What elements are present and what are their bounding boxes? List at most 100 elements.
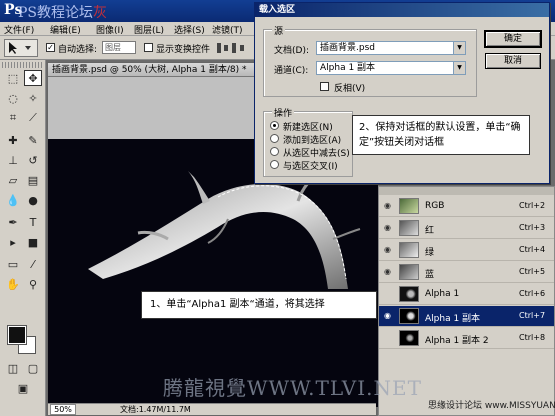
menu-filter[interactable]: 滤镜(T) [212, 23, 243, 36]
document-label: 文档(D): [274, 46, 309, 56]
channel-shortcut: Ctrl+5 [519, 267, 546, 276]
eye-icon[interactable]: ◉ [384, 224, 394, 232]
document-select-value: 插画背景.psd [320, 43, 375, 53]
op-subtract-label: 从选区中减去(S) [283, 149, 350, 159]
chevron-down-icon: ▼ [453, 62, 465, 74]
ok-button[interactable]: 确定 [484, 30, 542, 48]
menu-image[interactable]: 图像(I) [96, 23, 124, 36]
channel-name: Alpha 1 副本 2 [425, 336, 489, 346]
channel-row-alpha1[interactable]: Alpha 1 Ctrl+6 [379, 284, 554, 305]
channel-thumbnail [399, 330, 419, 346]
clone-stamp-icon[interactable]: ⊥ [4, 152, 22, 168]
doc-info[interactable]: 文档:1.47M/11.7M [120, 404, 191, 415]
menu-edit[interactable]: 编辑(E) [50, 23, 81, 36]
path-selection-icon[interactable]: ▸ [4, 234, 22, 250]
channel-thumbnail [399, 198, 419, 214]
radio-intersect-selection[interactable] [270, 160, 279, 169]
crop-tool-icon[interactable]: ⌗ [4, 110, 22, 126]
channel-thumbnail [399, 220, 419, 236]
auto-select-checkbox[interactable]: ✓ [46, 43, 55, 52]
eyedropper-tool-icon[interactable]: ⁄ [24, 256, 42, 272]
dodge-tool-icon[interactable]: ● [24, 192, 42, 208]
panel-tabs[interactable] [379, 187, 554, 195]
dialog-title[interactable]: 载入选区 [255, 3, 549, 17]
channel-thumbnail [399, 264, 419, 280]
watermark-top-accent: 灰 [93, 5, 108, 21]
standard-mode-icon[interactable]: ▢ [24, 360, 42, 376]
watermark-bottom: 腾龍視覺WWW.TLVI.NET [163, 376, 422, 400]
channel-name: 绿 [425, 248, 435, 258]
channel-select[interactable]: Alpha 1 副本 ▼ [316, 61, 466, 75]
watermark-corner: 思缘设计论坛 www.MISSYUAN.COM [428, 401, 555, 411]
align-icons[interactable] [216, 41, 250, 55]
channel-row-red[interactable]: ◉ 红 Ctrl+3 [379, 218, 554, 239]
operation-group: 操作 新建选区(N) 添加到选区(A) 从选区中减去(S) 与选区交叉(I) [263, 106, 353, 177]
channel-row-rgb[interactable]: ◉ RGB Ctrl+2 [379, 196, 554, 217]
toolbox: ⬚ ✥ ◌ ✧ ⌗ ⟋ ✚ ✎ ⊥ ↺ ▱ ▤ 💧 ● ✒ T ▸ ■ ▭ ⁄ … [0, 60, 46, 416]
channel-shortcut: Ctrl+7 [519, 311, 546, 320]
watermark-top: PS教程论坛灰 [18, 2, 107, 22]
menu-file[interactable]: 文件(F) [4, 23, 34, 36]
source-group: 源 文档(D): 插画背景.psd ▼ 通道(C): Alpha 1 副本 ▼ 反相… [263, 24, 477, 97]
channel-row-alpha1-copy2[interactable]: Alpha 1 副本 2 Ctrl+8 [379, 328, 554, 349]
auto-select-dropdown[interactable]: 图层 [102, 41, 136, 54]
channel-shortcut: Ctrl+8 [519, 333, 546, 342]
show-transform-label: 显示变换控件 [156, 45, 211, 55]
channel-shortcut: Ctrl+3 [519, 223, 546, 232]
channel-shortcut: Ctrl+2 [519, 201, 546, 210]
gradient-tool-icon[interactable]: ▤ [24, 172, 42, 188]
screen-mode-icon[interactable]: ▣ [14, 380, 32, 396]
cancel-button[interactable]: 取消 [485, 53, 541, 69]
eye-icon[interactable]: ◉ [384, 246, 394, 254]
hand-tool-icon[interactable]: ✋ [4, 276, 22, 292]
radio-add-to-selection[interactable] [270, 134, 279, 143]
eye-icon[interactable] [384, 290, 394, 298]
eye-icon[interactable]: ◉ [384, 268, 394, 276]
move-tool-icon[interactable]: ✥ [24, 70, 42, 86]
channel-label: 通道(C): [274, 66, 309, 76]
lasso-tool-icon[interactable]: ◌ [4, 90, 22, 106]
history-brush-icon[interactable]: ↺ [24, 152, 42, 168]
slice-tool-icon[interactable]: ⟋ [24, 110, 42, 126]
eye-icon[interactable]: ◉ [384, 202, 394, 210]
type-tool-icon[interactable]: T [24, 214, 42, 230]
document-select[interactable]: 插画背景.psd ▼ [316, 41, 466, 55]
menu-select[interactable]: 选择(S) [174, 23, 205, 36]
zoom-tool-icon[interactable]: ⚲ [24, 276, 42, 292]
toolbox-grip[interactable] [2, 62, 42, 68]
radio-subtract-from-selection[interactable] [270, 147, 279, 156]
quick-mask-icon[interactable]: ◫ [4, 360, 22, 376]
eye-icon[interactable] [384, 334, 394, 342]
op-new-selection-label: 新建选区(N) [283, 123, 333, 133]
healing-brush-icon[interactable]: ✚ [4, 132, 22, 148]
channel-name: RGB [425, 201, 445, 211]
channel-row-alpha1-copy[interactable]: ◉ Alpha 1 副本 Ctrl+7 [379, 306, 554, 327]
move-tool-preset[interactable] [4, 39, 38, 57]
channel-row-green[interactable]: ◉ 绿 Ctrl+4 [379, 240, 554, 261]
channel-thumbnail [399, 286, 419, 302]
invert-checkbox[interactable] [320, 82, 329, 91]
notes-tool-icon[interactable]: ▭ [4, 256, 22, 272]
channel-row-blue[interactable]: ◉ 蓝 Ctrl+5 [379, 262, 554, 283]
radio-new-selection[interactable] [270, 121, 279, 130]
channel-name: Alpha 1 副本 [425, 314, 481, 324]
source-group-label: 源 [272, 24, 286, 37]
zoom-level[interactable]: 50% [50, 404, 76, 415]
eraser-tool-icon[interactable]: ▱ [4, 172, 22, 188]
blur-tool-icon[interactable]: 💧 [4, 192, 22, 208]
menu-layer[interactable]: 图层(L) [134, 23, 164, 36]
channel-shortcut: Ctrl+6 [519, 289, 546, 298]
chevron-down-icon: ▼ [453, 42, 465, 54]
shape-tool-icon[interactable]: ■ [24, 234, 42, 250]
pen-tool-icon[interactable]: ✒ [4, 214, 22, 230]
marquee-tool-icon[interactable]: ⬚ [4, 70, 22, 86]
instruction-callout-step2: 2、保持对话框的默认设置，单击“确定”按钮关闭对话框 [352, 115, 530, 155]
foreground-color-swatch[interactable] [7, 325, 27, 345]
channel-name: 蓝 [425, 270, 435, 280]
load-selection-dialog: 载入选区 源 文档(D): 插画背景.psd ▼ 通道(C): Alpha 1 副… [254, 2, 550, 184]
show-transform-checkbox[interactable] [144, 43, 153, 52]
channel-name: Alpha 1 [425, 289, 460, 299]
brush-tool-icon[interactable]: ✎ [24, 132, 42, 148]
magic-wand-tool-icon[interactable]: ✧ [24, 90, 42, 106]
eye-icon[interactable]: ◉ [384, 312, 394, 320]
